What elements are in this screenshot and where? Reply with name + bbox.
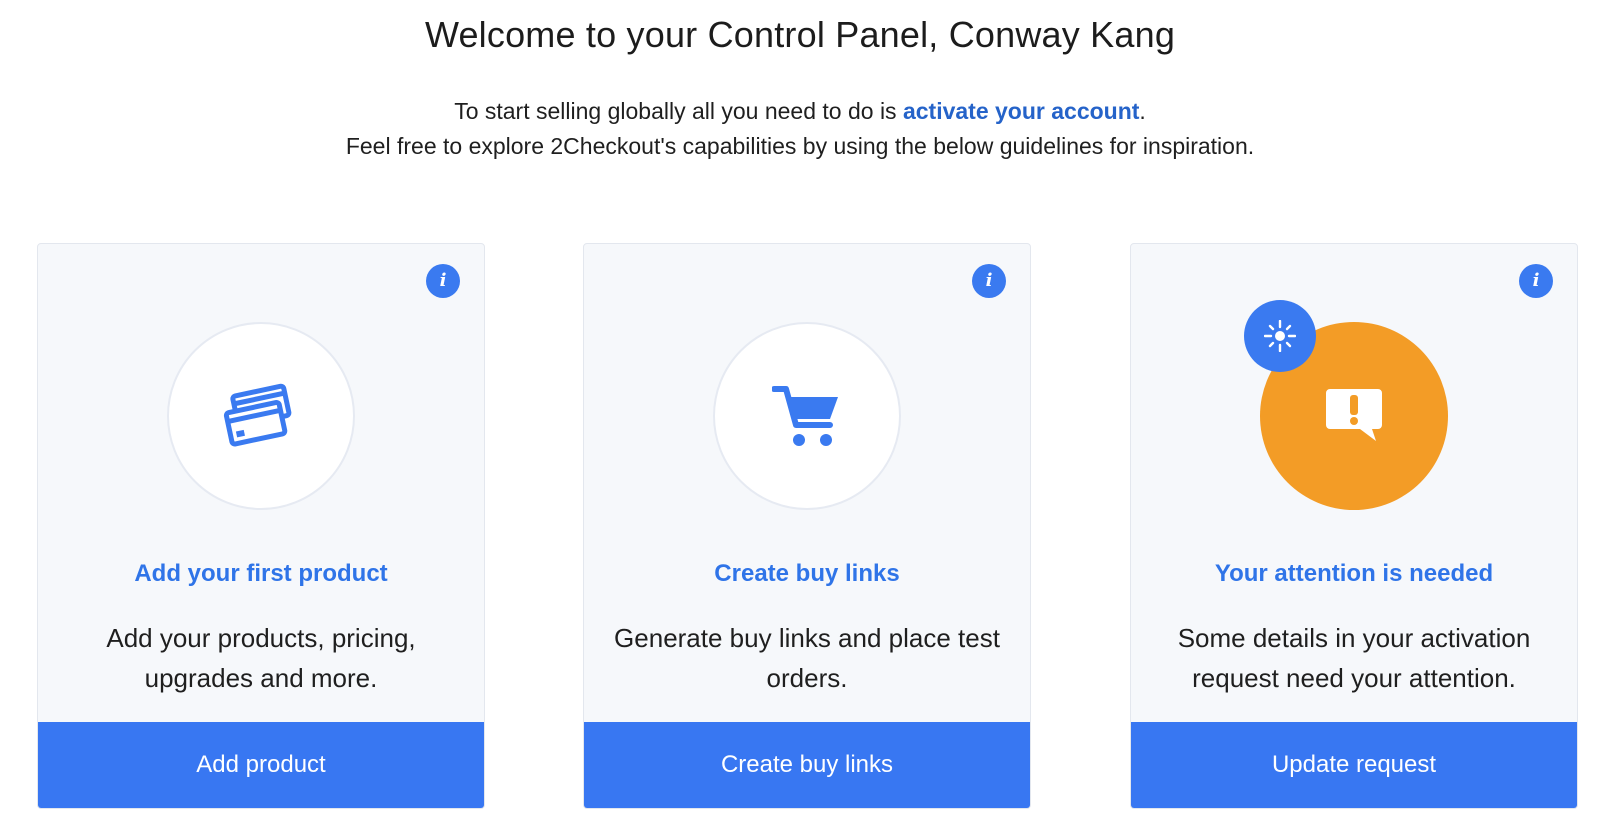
add-product-button[interactable]: Add product [38, 722, 484, 808]
card-description: Generate buy links and place test orders… [614, 623, 1000, 693]
card-description: Some details in your activation request … [1177, 623, 1531, 693]
card-description: Add your products, pricing, upgrades and… [106, 623, 416, 693]
card-title: Add your first product [134, 560, 388, 587]
card-attention-needed: i Your attention is needed Some details … [1130, 243, 1578, 809]
card-title: Your attention is needed [1214, 560, 1494, 587]
intro-line-2: Feel free to explore 2Checkout's capabil… [345, 133, 1255, 159]
intro-line-1-suffix: . [1139, 98, 1146, 124]
intro-line-1: To start selling globally all you need t… [0, 94, 1600, 129]
activate-account-link[interactable]: activate your account [903, 98, 1139, 124]
alert-message-icon [1326, 389, 1382, 441]
page-title: Welcome to your Control Panel, Conway Ka… [424, 14, 1176, 55]
sparkle-icon [1264, 320, 1296, 352]
info-icon[interactable]: i [426, 264, 460, 298]
control-panel-welcome: Welcome to your Control Panel, Conway Ka… [0, 0, 1600, 821]
update-request-button[interactable]: Update request [1131, 722, 1577, 808]
credit-cards-icon [223, 383, 292, 447]
card-buy-links: i Create buy links Generate buy links an… [583, 243, 1031, 809]
info-icon[interactable]: i [972, 264, 1006, 298]
create-buy-links-button[interactable]: Create buy links [584, 722, 1030, 808]
sparkle-badge [1244, 300, 1316, 372]
shopping-cart-icon [772, 386, 838, 446]
icon-circle [167, 322, 355, 510]
info-icon[interactable]: i [1519, 264, 1553, 298]
intro-line-1-prefix: To start selling globally all you need t… [454, 98, 903, 124]
intro-text: To start selling globally all you need t… [0, 94, 1600, 164]
icon-circle [713, 322, 901, 510]
card-title: Create buy links [714, 560, 900, 587]
card-add-product: i Add your first product Add your produc… [37, 243, 485, 809]
